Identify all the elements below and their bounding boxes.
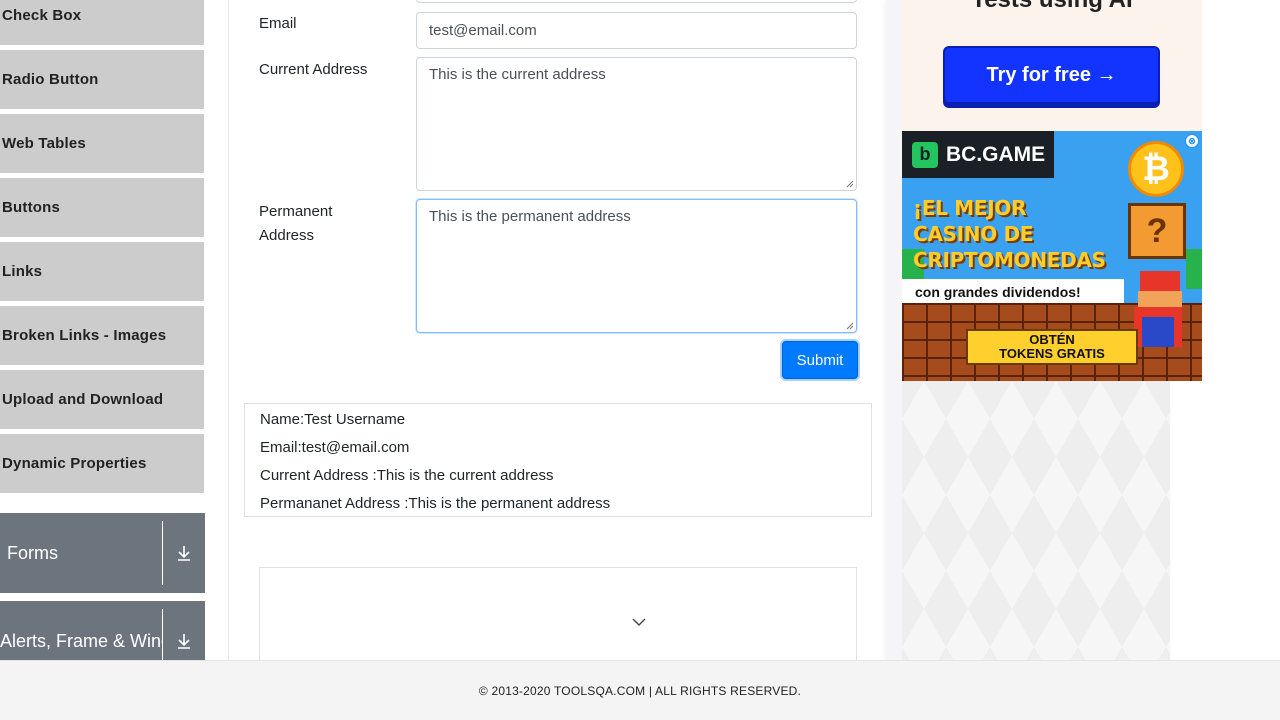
sidebar-item-web-tables[interactable]: Web Tables: [0, 114, 204, 175]
download-arrow-icon: [162, 521, 205, 585]
email-label: Email: [259, 15, 297, 32]
bcgame-mark-icon: b: [912, 141, 938, 168]
footer-copyright: © 2013-2020 TOOLSQA.COM | ALL RIGHTS RES…: [478, 683, 802, 698]
sidebar-item-broken-links[interactable]: Broken Links - Images: [0, 306, 204, 367]
resize-handle-icon[interactable]: [845, 179, 854, 188]
sidebar-item-dynamic-properties[interactable]: Dynamic Properties: [0, 434, 204, 495]
ad-banner-bcgame[interactable]: b BC.GAME ⊗ ₿ ? ¡EL MEJOR CASINO DE CRIP…: [902, 131, 1202, 381]
current-address-field[interactable]: This is the current address: [416, 57, 857, 191]
email-field[interactable]: test@email.com: [416, 12, 857, 49]
output-panel: Name:Test Username Email:test@email.com …: [244, 403, 872, 517]
question-block-icon: ?: [1128, 203, 1186, 259]
permanent-address-label-line1: Permanent: [259, 203, 333, 220]
ad-tagline: Tests using AI: [902, 0, 1202, 14]
sidebar-item-label: Broken Links - Images: [2, 327, 167, 344]
ad-pattern-background: [902, 381, 1170, 660]
sidebar-item-label: Dynamic Properties: [2, 455, 147, 472]
ad-frame-placeholder: [259, 567, 857, 667]
try-for-free-button[interactable]: Try for free →: [943, 46, 1160, 104]
current-address-value: This is the current address: [429, 66, 606, 83]
permanent-address-label-line2: Address: [259, 227, 315, 244]
bitcoin-icon: ₿: [1128, 141, 1184, 197]
bcgame-headline-1: ¡EL MEJOR: [913, 196, 1027, 220]
full-name-field[interactable]: [416, 0, 857, 3]
sidebar-item-label: Web Tables: [2, 135, 86, 152]
bcgame-headline-3: CRIPTOMONEDAS: [913, 248, 1106, 272]
sidebar-item-label: Buttons: [2, 199, 61, 216]
bcgame-cta-line2: TOKENS GRATIS: [999, 346, 1105, 361]
group-header-label: Forms: [7, 542, 58, 563]
bcgame-brand: BC.GAME: [946, 142, 1046, 166]
current-address-label: Current Address: [259, 61, 368, 78]
main-divider: [228, 0, 229, 660]
sidebar-item-check-box[interactable]: Check Box: [0, 0, 204, 47]
output-permanent-address: Permananet Address :This is the permanen…: [260, 495, 611, 512]
resize-handle-icon[interactable]: [845, 321, 854, 330]
bcgame-logo: b BC.GAME: [902, 131, 1054, 178]
permanent-address-label: Permanent Address: [259, 200, 332, 248]
bcgame-subtext: con grandes dividendos!: [902, 279, 1124, 305]
sidebar-item-label: Check Box: [2, 7, 82, 24]
sidebar-item-radio-button[interactable]: Radio Button: [0, 50, 204, 111]
sidebar-item-label: Radio Button: [2, 71, 99, 88]
bcgame-cta-line1: OBTÉN: [1029, 332, 1075, 347]
output-email: Email:test@email.com: [260, 439, 410, 456]
submit-button[interactable]: Submit: [782, 341, 858, 379]
permanent-address-value: This is the permanent address: [429, 208, 631, 225]
character-icon: [1142, 317, 1174, 347]
footer: © 2013-2020 TOOLSQA.COM | ALL RIGHTS RES…: [0, 660, 1280, 720]
sidebar-item-upload-download[interactable]: Upload and Download: [0, 370, 204, 431]
sidebar: Check Box Radio Button Web Tables Button…: [0, 0, 205, 681]
bcgame-headline-2: CASINO DE: [913, 222, 1034, 246]
chevron-down-icon[interactable]: [631, 614, 647, 630]
sidebar-item-label: Upload and Download: [2, 391, 164, 408]
get-tokens-button[interactable]: OBTÉN TOKENS GRATIS: [966, 329, 1138, 365]
ad-choices-icon[interactable]: ⊗: [1185, 134, 1199, 148]
sidebar-item-links[interactable]: Links: [0, 242, 204, 303]
bcgame-headline: ¡EL MEJOR CASINO DE CRIPTOMONEDAS: [913, 195, 1106, 273]
output-current-address: Current Address :This is the current add…: [260, 467, 554, 484]
hill-shape: [1186, 249, 1202, 289]
sidebar-item-buttons[interactable]: Buttons: [0, 178, 204, 239]
output-name: Name:Test Username: [260, 411, 406, 428]
permanent-address-field[interactable]: This is the permanent address: [416, 199, 857, 333]
group-header-label: Alerts, Frame & Windows: [0, 630, 162, 651]
character-icon: [1140, 271, 1180, 293]
group-header-forms[interactable]: Forms: [0, 513, 205, 593]
sidebar-item-label: Links: [2, 263, 43, 280]
ad-banner-top[interactable]: Tests using AI Try for free →: [902, 0, 1202, 131]
